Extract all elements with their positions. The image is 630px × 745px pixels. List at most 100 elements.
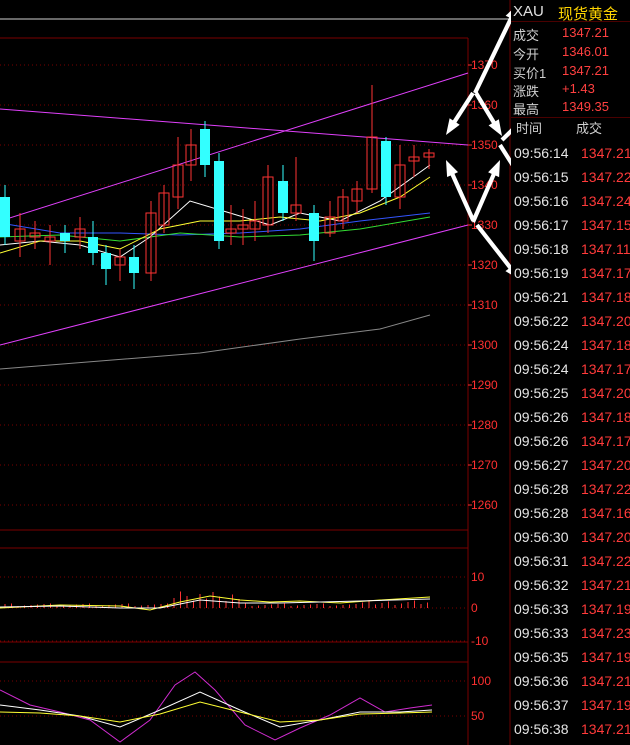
candle-body-down	[381, 141, 391, 197]
tick-row: 09:56:28 1347.22	[511, 477, 630, 501]
header-divider	[511, 21, 630, 22]
candle-body-down	[0, 197, 10, 237]
tick-row: 09:56:15 1347.22	[511, 165, 630, 189]
tick-price: 1347.17	[581, 265, 630, 281]
macd-axis-label: 0	[471, 601, 478, 615]
candle-body-down	[129, 257, 139, 273]
price-axis-label: 1300	[471, 338, 498, 352]
tick-time: 09:56:16	[514, 193, 569, 209]
tick-time: 09:56:28	[514, 505, 569, 521]
tick-row: 09:56:22 1347.20	[511, 309, 630, 333]
tick-row: 09:56:21 1347.18	[511, 285, 630, 309]
ticks-header-time: 时间	[516, 121, 543, 136]
tick-time: 09:56:24	[514, 361, 569, 377]
quote-row-last: 成交 1347.21	[511, 24, 630, 43]
tick-row: 09:56:30 1347.20	[511, 525, 630, 549]
tick-row: 09:56:19 1347.17	[511, 261, 630, 285]
channel-upper-line	[0, 72, 469, 222]
candle-body-down	[60, 233, 70, 241]
tick-time: 09:56:27	[514, 457, 569, 473]
quote-panel: XAU 现货黄金 成交 1347.21 今开 1346.01 买价1 1347.…	[511, 0, 630, 745]
candle-body-down	[88, 237, 98, 253]
tick-time: 09:56:19	[514, 265, 569, 281]
price-axis-label: 1350	[471, 138, 498, 152]
tick-price: 1347.20	[581, 529, 630, 545]
tick-time: 09:56:33	[514, 601, 569, 617]
price-axis-label: 1280	[471, 418, 498, 432]
tick-row: 09:56:27 1347.20	[511, 453, 630, 477]
tick-time: 09:56:37	[514, 697, 569, 713]
tick-time: 09:56:18	[514, 241, 569, 257]
candlestick-chart[interactable]: 1370136013501340133013201310130012901280…	[0, 0, 511, 745]
price-axis-label: 1290	[471, 378, 498, 392]
tick-price: 1347.22	[581, 481, 630, 497]
quote-row-high: 最高 1349.35	[511, 98, 630, 117]
candle-body-down	[309, 213, 319, 241]
tick-price: 1347.20	[581, 457, 630, 473]
tick-row: 09:56:38 1347.21	[511, 717, 630, 741]
tick-time: 09:56:17	[514, 217, 569, 233]
kdj-axis-label: 50	[471, 709, 485, 723]
quote-row-change: 涨跌 +1.43	[511, 80, 630, 99]
annotation-arrow	[473, 10, 511, 94]
tick-price: 1347.18	[581, 337, 630, 353]
price-axis-label: 1270	[471, 458, 498, 472]
tick-price: 1347.22	[581, 553, 630, 569]
tick-price: 1347.17	[581, 361, 630, 377]
tick-price: 1347.18	[581, 289, 630, 305]
tick-price: 1347.21	[581, 673, 630, 689]
quote-value: 1347.21	[562, 63, 609, 78]
tick-row: 09:56:14 1347.21	[511, 141, 630, 165]
kdj-axis-label: 100	[471, 674, 491, 688]
tick-time: 09:56:21	[514, 289, 569, 305]
tick-price: 1347.15	[581, 217, 630, 233]
quote-value: 1347.21	[562, 25, 609, 40]
quote-value: +1.43	[562, 81, 595, 96]
tick-row: 09:56:35 1347.19	[511, 645, 630, 669]
candle-body-down	[214, 161, 224, 241]
quote-label: 成交	[513, 28, 540, 43]
tick-row: 09:56:26 1347.18	[511, 405, 630, 429]
tick-price: 1347.21	[581, 577, 630, 593]
price-axis-label: 1320	[471, 258, 498, 272]
tick-price: 1347.24	[581, 193, 630, 209]
tick-time: 09:56:25	[514, 385, 569, 401]
macd-line-white	[0, 598, 431, 609]
tick-time: 09:56:36	[514, 673, 569, 689]
price-axis-label: 1310	[471, 298, 498, 312]
tick-time: 09:56:14	[514, 145, 569, 161]
tick-row: 09:56:26 1347.17	[511, 429, 630, 453]
tick-price: 1347.22	[581, 169, 630, 185]
tick-price: 1347.19	[581, 601, 630, 617]
tick-time: 09:56:15	[514, 169, 569, 185]
tick-row: 09:56:33 1347.23	[511, 621, 630, 645]
tick-price: 1347.19	[581, 697, 630, 713]
tick-row: 09:56:24 1347.17	[511, 357, 630, 381]
tick-row: 09:56:28 1347.16	[511, 501, 630, 525]
tick-price: 1347.19	[581, 649, 630, 665]
annotation-arrow	[498, 143, 511, 167]
tick-row: 09:56:16 1347.24	[511, 189, 630, 213]
tick-price: 1347.21	[581, 145, 630, 161]
quote-label: 最高	[513, 102, 540, 117]
tick-row: 09:56:18 1347.11	[511, 237, 630, 261]
tick-time: 09:56:38	[514, 721, 569, 737]
kdj-line-j	[0, 671, 433, 743]
macd-axis-label: -10	[471, 634, 489, 648]
tick-time: 09:56:32	[514, 577, 569, 593]
kdj-line-k	[0, 691, 433, 728]
quote-value: 1346.01	[562, 44, 609, 59]
quote-row-bid: 买价1 1347.21	[511, 62, 630, 81]
tick-row: 09:56:24 1347.18	[511, 333, 630, 357]
ticks-header: 时间 成交	[511, 118, 630, 136]
tick-price: 1347.17	[581, 433, 630, 449]
candle-body-down	[200, 129, 210, 165]
tick-time: 09:56:28	[514, 481, 569, 497]
candle-body-down	[101, 253, 111, 269]
quote-value: 1349.35	[562, 99, 609, 114]
ma-line-gray	[0, 314, 431, 370]
candle-body-down	[278, 181, 288, 213]
tick-time: 09:56:24	[514, 337, 569, 353]
tick-price: 1347.16	[581, 505, 630, 521]
tick-row: 09:56:25 1347.20	[511, 381, 630, 405]
